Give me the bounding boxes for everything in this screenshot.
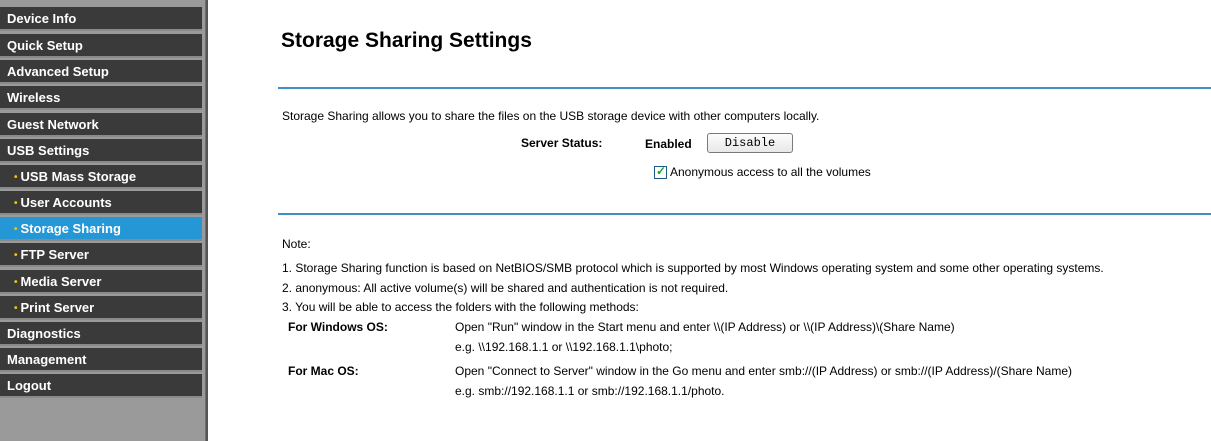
sidebar-item-label: Advanced Setup	[7, 64, 109, 79]
sidebar-item-label: Storage Sharing	[20, 221, 121, 236]
bullet-icon: •	[14, 172, 18, 183]
sidebar-item-label: Management	[7, 352, 87, 367]
divider	[278, 87, 1211, 89]
note-line-3: 3. You will be able to access the folder…	[282, 300, 639, 314]
page-title: Storage Sharing Settings	[281, 29, 532, 52]
sidebar-item-usb-mass-storage[interactable]: • USB Mass Storage	[0, 165, 202, 189]
bullet-icon: •	[14, 277, 18, 288]
sidebar-item-media-server[interactable]: • Media Server	[0, 270, 202, 294]
bullet-icon: •	[14, 198, 18, 209]
sidebar-item-label: Quick Setup	[7, 38, 83, 53]
mac-os-label: For Mac OS:	[288, 364, 359, 378]
sidebar-item-label: Device Info	[7, 11, 77, 26]
sidebar-item-guest-network[interactable]: Guest Network	[0, 113, 202, 137]
sidebar-item-management[interactable]: Management	[0, 348, 202, 372]
windows-os-label: For Windows OS:	[288, 320, 388, 334]
sidebar-item-advanced-setup[interactable]: Advanced Setup	[0, 60, 202, 84]
checkmark-icon: ✓	[656, 164, 667, 178]
sidebar-item-user-accounts[interactable]: • User Accounts	[0, 191, 202, 215]
sidebar-item-label: FTP Server	[20, 247, 89, 262]
sidebar-item-label: Guest Network	[7, 117, 99, 132]
sidebar-item-wireless[interactable]: Wireless	[0, 86, 202, 110]
note-heading: Note:	[282, 237, 311, 251]
bullet-icon: •	[14, 303, 18, 314]
bullet-icon: •	[14, 250, 18, 261]
sidebar: Device Info Quick Setup Advanced Setup Wire…	[0, 0, 206, 441]
sidebar-item-ftp-server[interactable]: • FTP Server	[0, 243, 202, 267]
description-text: Storage Sharing allows you to share the …	[282, 109, 820, 123]
server-status-label: Server Status:	[521, 136, 603, 150]
sidebar-item-label: User Accounts	[20, 195, 112, 210]
server-status-value: Enabled	[645, 137, 692, 151]
mac-os-instruction: Open "Connect to Server" window in the G…	[455, 364, 1073, 378]
sidebar-item-device-info[interactable]: Device Info	[0, 7, 202, 31]
divider	[278, 213, 1211, 215]
sidebar-item-storage-sharing[interactable]: • Storage Sharing	[0, 217, 202, 241]
sidebar-item-usb-settings[interactable]: USB Settings	[0, 139, 202, 163]
windows-os-instruction: Open "Run" window in the Start menu and …	[455, 320, 955, 334]
sidebar-item-label: Media Server	[20, 274, 102, 289]
windows-os-example: e.g. \\192.168.1.1 or \\192.168.1.1\phot…	[455, 340, 673, 354]
main-content: Storage Sharing Settings Storage Sharing…	[206, 0, 1211, 441]
note-line-2: 2. anonymous: All active volume(s) will …	[282, 281, 729, 295]
note-line-1: 1. Storage Sharing function is based on …	[282, 261, 1104, 275]
anonymous-access-checkbox[interactable]: ✓	[654, 164, 667, 179]
sidebar-item-label: USB Settings	[7, 143, 90, 158]
sidebar-item-label: USB Mass Storage	[20, 169, 137, 184]
sidebar-item-label: Diagnostics	[7, 326, 81, 341]
disable-button[interactable]: Disable	[707, 133, 793, 153]
sidebar-item-label: Print Server	[20, 300, 95, 315]
bullet-icon: •	[14, 224, 18, 235]
sidebar-item-diagnostics[interactable]: Diagnostics	[0, 322, 202, 346]
sidebar-item-quick-setup[interactable]: Quick Setup	[0, 34, 202, 58]
sidebar-item-label: Wireless	[7, 90, 61, 105]
mac-os-example: e.g. smb://192.168.1.1 or smb://192.168.…	[455, 384, 725, 398]
anonymous-access-label: Anonymous access to all the volumes	[670, 165, 871, 179]
sidebar-item-logout[interactable]: Logout	[0, 374, 202, 398]
sidebar-item-label: Logout	[7, 378, 52, 393]
sidebar-item-print-server[interactable]: • Print Server	[0, 296, 202, 320]
